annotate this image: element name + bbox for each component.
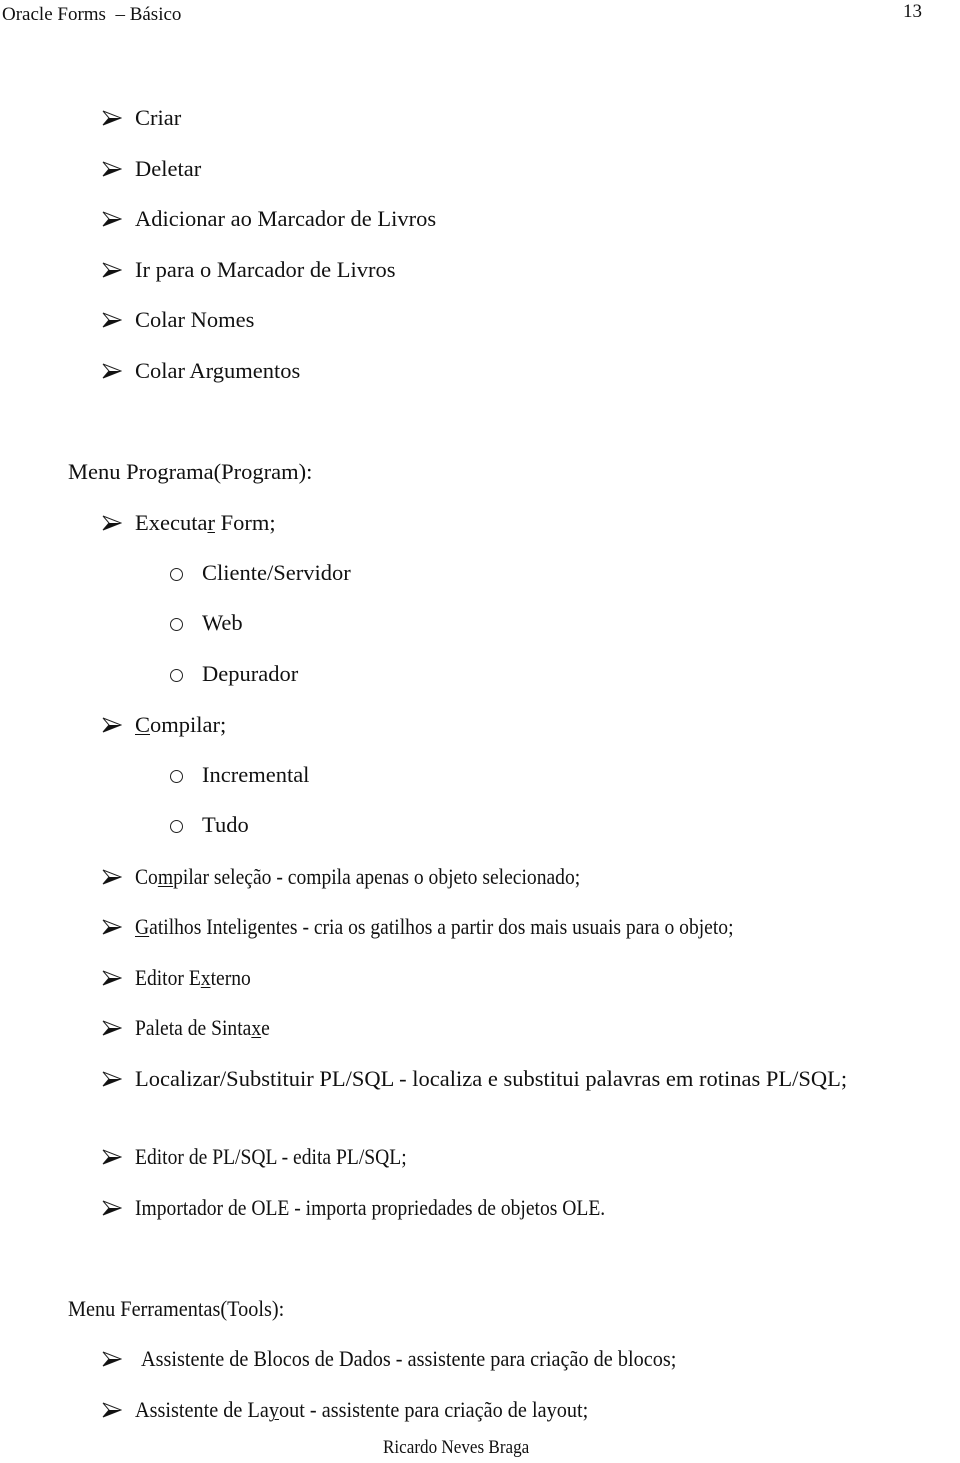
list-item-paleta-sintaxe: Paleta de Sintaxe: [135, 1015, 270, 1040]
page-number: 13: [903, 1, 922, 22]
list-item-compilar-selecao: Compilar seleção - compila apenas o obje…: [135, 864, 581, 889]
mnemonic-letter: G: [135, 914, 150, 939]
arrowhead-bullet-icon: [102, 515, 122, 531]
arrowhead-bullet-icon: [102, 1402, 122, 1418]
arrowhead-bullet-icon: [102, 211, 122, 227]
arrowhead-bullet-icon: [102, 869, 122, 885]
arrowhead-bullet-icon: [102, 1149, 122, 1165]
mnemonic-letter: x: [251, 1015, 262, 1040]
header-title: Oracle Forms – Básico: [2, 4, 182, 25]
list-item: Deletar: [135, 156, 202, 181]
arrowhead-bullet-icon: [102, 1351, 122, 1367]
list-item: Colar Nomes: [135, 307, 255, 332]
arrowhead-bullet-icon: [102, 363, 122, 379]
list-item-executar-form: Executar Form;: [135, 510, 276, 535]
list-item-localizar-substituir: Localizar/Substituir PL/SQL - localiza e…: [135, 1066, 848, 1091]
circle-bullet-icon: [170, 820, 183, 833]
arrowhead-bullet-icon: [102, 110, 122, 126]
list-item: Ir para o Marcador de Livros: [135, 257, 396, 282]
list-item-editor-externo: Editor Externo: [135, 965, 251, 990]
list-item-gatilhos-inteligentes: Gatilhos Inteligentes - cria os gatilhos…: [135, 914, 734, 939]
list-item-assistente-layout: Assistente de Layout - assistente para c…: [135, 1397, 589, 1422]
arrowhead-bullet-icon: [102, 262, 122, 278]
list-item: Colar Argumentos: [135, 358, 301, 383]
sub-list-item: Web: [202, 610, 243, 635]
mnemonic-letter: r: [207, 510, 215, 535]
arrowhead-bullet-icon: [102, 312, 122, 328]
arrowhead-bullet-icon: [102, 1020, 122, 1036]
arrowhead-bullet-icon: [102, 717, 122, 733]
tools-menu-heading: Menu Ferramentas(Tools):: [68, 1296, 285, 1321]
footer-author: Ricardo Neves Braga: [383, 1437, 530, 1458]
arrowhead-bullet-icon: [102, 919, 122, 935]
circle-bullet-icon: [170, 669, 183, 682]
mnemonic-letter: m: [157, 864, 174, 889]
arrowhead-bullet-icon: [102, 1071, 122, 1087]
list-item-importador-ole: Importador de OLE - importa propriedades…: [135, 1195, 606, 1220]
sub-list-item: Depurador: [202, 661, 299, 686]
list-item: Adicionar ao Marcador de Livros: [135, 206, 437, 231]
arrowhead-bullet-icon: [102, 970, 122, 986]
mnemonic-letter: C: [135, 712, 151, 737]
circle-bullet-icon: [170, 568, 183, 581]
program-menu-heading: Menu Programa(Program):: [68, 459, 313, 484]
mnemonic-letter: y: [268, 1397, 279, 1422]
sub-list-item: Cliente/Servidor: [202, 560, 351, 585]
circle-bullet-icon: [170, 770, 183, 783]
sub-list-item: Incremental: [202, 762, 310, 787]
circle-bullet-icon: [170, 618, 183, 631]
list-item: Criar: [135, 105, 182, 130]
mnemonic-letter: x: [200, 965, 211, 990]
arrowhead-bullet-icon: [102, 161, 122, 177]
list-item-compilar: Compilar;: [135, 712, 227, 737]
arrowhead-bullet-icon: [102, 1200, 122, 1216]
list-item-assistente-blocos: Assistente de Blocos de Dados - assisten…: [141, 1346, 677, 1371]
sub-list-item: Tudo: [202, 812, 249, 837]
list-item-editor-plsql: Editor de PL/SQL - edita PL/SQL;: [135, 1144, 407, 1169]
